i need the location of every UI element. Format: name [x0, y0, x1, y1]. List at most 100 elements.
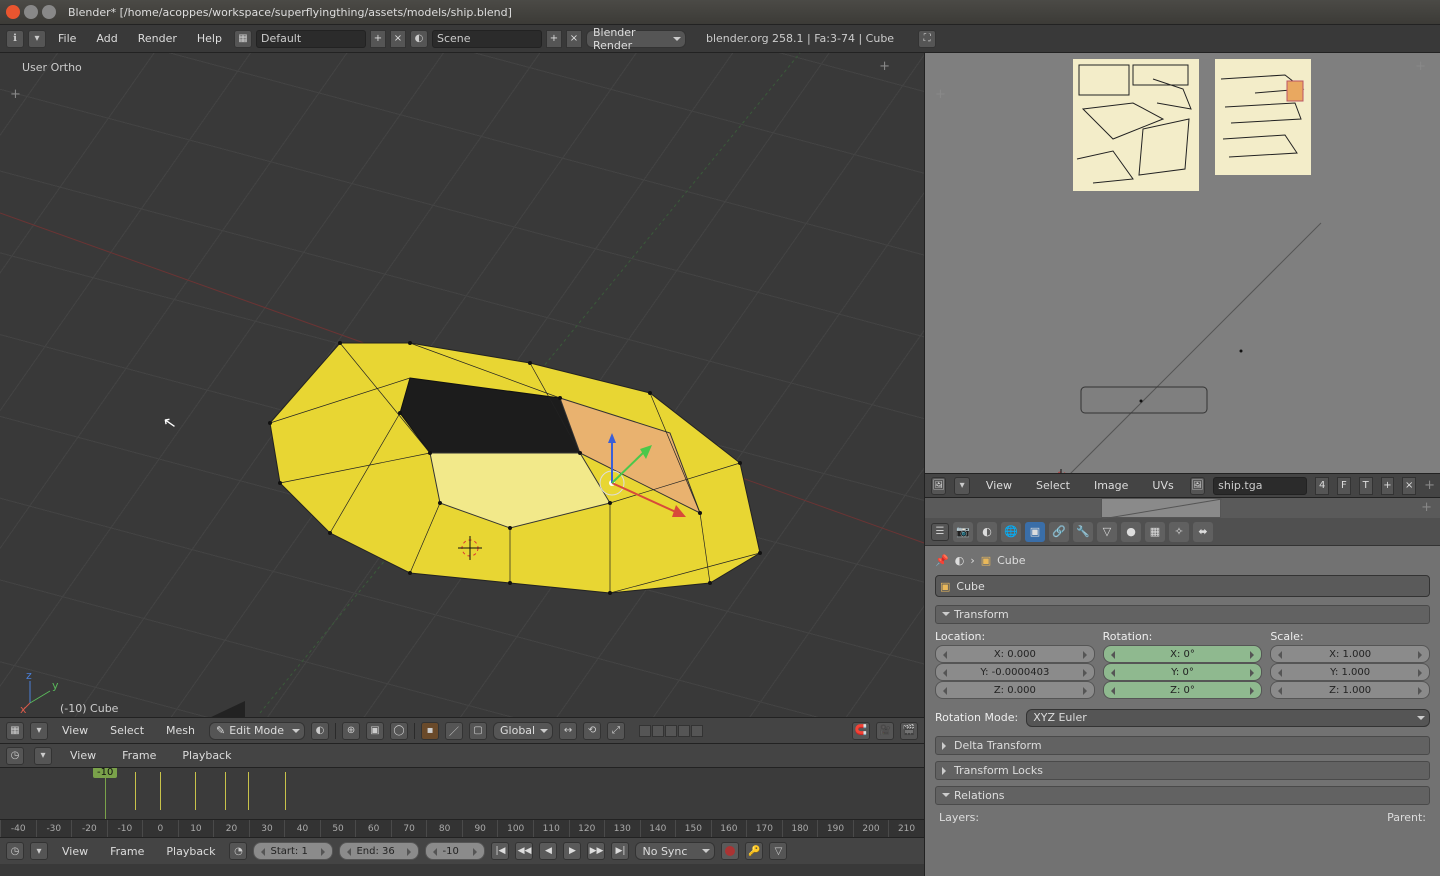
layer-buttons[interactable] [639, 725, 703, 737]
menu-file[interactable]: File [50, 32, 84, 45]
render-preview-icon[interactable]: 🎥 [876, 722, 894, 740]
rot-y-field[interactable]: Y: 0° [1103, 663, 1263, 681]
rotation-mode-dropdown[interactable]: XYZ Euler [1026, 709, 1430, 727]
limit-sel-icon[interactable]: ▣ [366, 722, 384, 740]
panel-delta-header[interactable]: Delta Transform [935, 736, 1430, 755]
pin-icon[interactable]: 📌 [935, 554, 949, 567]
tl-editor-type-icon[interactable]: ◷ [6, 842, 24, 860]
jump-start-button[interactable]: |◀ [491, 842, 509, 860]
props-region-toggle[interactable]: + [1421, 500, 1432, 515]
loc-y-field[interactable]: Y: -0.0000403 [935, 663, 1095, 681]
manipulator-translate-icon[interactable]: ↔ [559, 722, 577, 740]
tl-menu-playback[interactable]: Playback [174, 749, 239, 762]
region-toggle-top-right[interactable]: + [879, 59, 890, 74]
image-add-button[interactable]: + [1381, 477, 1395, 495]
uv-menu-view[interactable]: View [978, 479, 1020, 492]
tl2-menu-frame[interactable]: Frame [102, 845, 152, 858]
pivot-icon[interactable]: ⊕ [342, 722, 360, 740]
auto-keyframe-button[interactable] [721, 842, 739, 860]
sel-face-icon[interactable]: ▢ [469, 722, 487, 740]
sync-dropdown[interactable]: No Sync [635, 842, 715, 860]
image-browse-icon[interactable]: 🖼 [1190, 477, 1205, 495]
object-name-field[interactable]: ▣ Cube [935, 575, 1430, 597]
timeline-collapse-icon[interactable]: ▾ [34, 747, 52, 765]
rot-z-field[interactable]: Z: 0° [1103, 681, 1263, 699]
layer-btn[interactable] [639, 725, 651, 737]
image-name-field[interactable]: ship.tga [1213, 477, 1307, 495]
scale-z-field[interactable]: Z: 1.000 [1270, 681, 1430, 699]
props-editor-type-icon[interactable]: ☰ [931, 523, 949, 541]
tab-world[interactable]: 🌐 [1001, 522, 1021, 542]
keyframe[interactable] [285, 772, 286, 810]
uv-header-toggle[interactable]: + [1424, 478, 1435, 493]
snap-icon[interactable]: 🧲 [852, 722, 870, 740]
scene-icon[interactable]: ◐ [410, 30, 428, 48]
uv-grid[interactable] [1061, 223, 1321, 483]
collapse-menu-icon[interactable]: ▾ [28, 30, 46, 48]
keyframe[interactable] [160, 772, 161, 810]
image-unlink-button[interactable]: × [1402, 477, 1416, 495]
prev-keyframe-button[interactable]: ◀◀ [515, 842, 533, 860]
tl2-menu-playback[interactable]: Playback [158, 845, 223, 858]
jump-end-button[interactable]: ▶| [611, 842, 629, 860]
tab-scene[interactable]: ◐ [977, 522, 997, 542]
layer-btn[interactable] [678, 725, 690, 737]
tl2-menu-view[interactable]: View [54, 845, 96, 858]
uv-menu-image[interactable]: Image [1086, 479, 1136, 492]
scene-field[interactable]: Scene [432, 30, 542, 48]
next-keyframe-button[interactable]: ▶▶ [587, 842, 605, 860]
keyframe[interactable] [225, 772, 226, 810]
editor-type-icon[interactable]: ℹ [6, 30, 24, 48]
proportional-icon[interactable]: ◯ [390, 722, 408, 740]
uv-menu-uvs[interactable]: UVs [1144, 479, 1181, 492]
timeline-editor-type-icon[interactable]: ◷ [6, 747, 24, 765]
panel-transform-header[interactable]: Transform [935, 605, 1430, 624]
timeline-ruler[interactable]: -10 -40-30-20-10010203040506070809010011… [0, 768, 924, 838]
viewport-collapse-icon[interactable]: ▾ [30, 722, 48, 740]
keyframe[interactable] [195, 772, 196, 810]
sel-edge-icon[interactable]: ／ [445, 722, 463, 740]
layout-add-button[interactable]: + [370, 30, 386, 48]
start-frame-field[interactable]: Start: 1 [253, 842, 333, 860]
layer-btn[interactable] [652, 725, 664, 737]
tl-menu-frame[interactable]: Frame [114, 749, 164, 762]
window-maximize-button[interactable] [42, 5, 56, 19]
window-close-button[interactable] [6, 5, 20, 19]
manipulator-scale-icon[interactable]: ⤢ [607, 722, 625, 740]
uv-region-toggle-left[interactable]: + [935, 87, 946, 102]
uv-editor-type-icon[interactable]: 🖼 [931, 477, 946, 495]
screen-layout-icon[interactable]: ▦ [234, 30, 252, 48]
sel-vertex-icon[interactable]: ▪ [421, 722, 439, 740]
vp-menu-select[interactable]: Select [102, 724, 152, 737]
use-preview-range-icon[interactable]: ◔ [229, 842, 247, 860]
tab-material[interactable]: ● [1121, 522, 1141, 542]
scale-x-field[interactable]: X: 1.000 [1270, 645, 1430, 663]
render-engine-dropdown[interactable]: Blender Render [586, 30, 686, 48]
marker-icon[interactable]: ▽ [769, 842, 787, 860]
tab-render[interactable]: 📷 [953, 522, 973, 542]
mode-dropdown[interactable]: ✎Edit Mode [209, 722, 305, 740]
layout-field[interactable]: Default [256, 30, 366, 48]
layer-btn[interactable] [665, 725, 677, 737]
vp-menu-mesh[interactable]: Mesh [158, 724, 203, 737]
tab-particles[interactable]: ✧ [1169, 522, 1189, 542]
uv-region-toggle[interactable]: + [1415, 59, 1426, 74]
scene-add-button[interactable]: + [546, 30, 562, 48]
uv-image-editor[interactable]: + + [924, 53, 1440, 497]
tab-object[interactable]: ▣ [1025, 522, 1045, 542]
vp-menu-view[interactable]: View [54, 724, 96, 737]
menu-render[interactable]: Render [130, 32, 185, 45]
tl-menu-view[interactable]: View [62, 749, 104, 762]
ship-mesh[interactable] [250, 283, 790, 603]
layer-btn[interactable] [691, 725, 703, 737]
play-reverse-button[interactable]: ◀ [539, 842, 557, 860]
panel-relations-header[interactable]: Relations [935, 786, 1430, 805]
tab-texture[interactable]: ▦ [1145, 522, 1165, 542]
uv-collapse-icon[interactable]: ▾ [954, 477, 969, 495]
menu-add[interactable]: Add [88, 32, 125, 45]
transform-gizmo[interactable] [600, 433, 700, 533]
keyframe[interactable] [248, 772, 249, 810]
uv-menu-select[interactable]: Select [1028, 479, 1078, 492]
layout-remove-button[interactable]: × [390, 30, 406, 48]
tl-collapse-icon[interactable]: ▾ [30, 842, 48, 860]
